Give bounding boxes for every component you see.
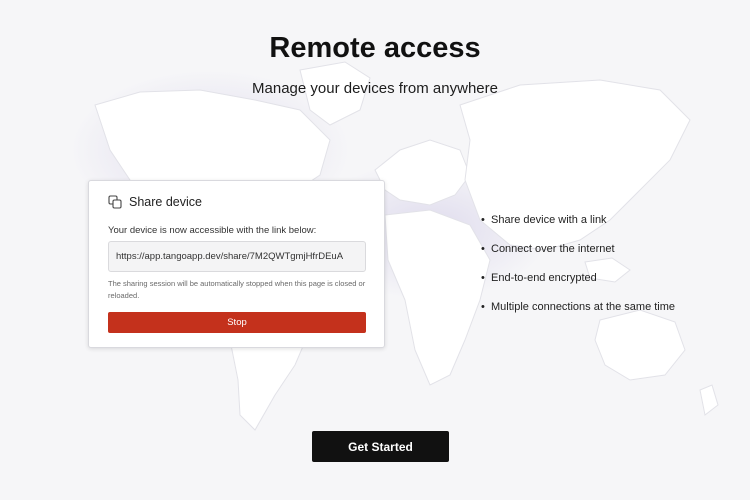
feature-item: End-to-end encrypted [481, 271, 675, 300]
card-heading: Share device [129, 195, 202, 209]
share-device-card: Share device Your device is now accessib… [88, 180, 385, 348]
card-description: Your device is now accessible with the l… [108, 225, 317, 236]
feature-item: Connect over the internet [481, 242, 675, 271]
stop-button[interactable]: Stop [108, 312, 366, 333]
page-title: Remote access [269, 32, 481, 64]
page-subtitle: Manage your devices from anywhere [252, 80, 498, 97]
session-note: The sharing session will be automaticall… [108, 279, 366, 300]
share-link-field[interactable]: https://app.tangoapp.dev/share/7M2QWTgmj… [108, 241, 366, 272]
feature-item: Share device with a link [481, 213, 675, 242]
copy-icon [108, 195, 122, 209]
get-started-button[interactable]: Get Started [312, 431, 449, 462]
feature-item: Multiple connections at the same time [481, 300, 675, 329]
feature-list: Share device with a link Connect over th… [481, 213, 675, 329]
card-header: Share device [108, 195, 202, 209]
